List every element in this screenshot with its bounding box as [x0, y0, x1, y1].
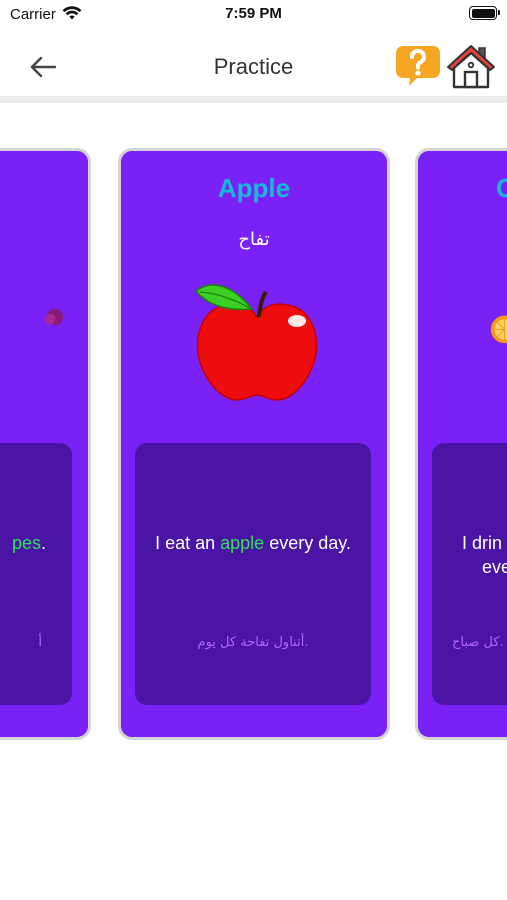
question-bubble-icon [396, 46, 440, 86]
sentence-end: every day. [264, 533, 351, 553]
clock: 7:59 PM [225, 5, 282, 22]
apple-icon [194, 284, 318, 401]
house-icon [447, 45, 495, 89]
grapes-icon [44, 308, 64, 326]
highlighted-word: apple [220, 533, 265, 553]
example-sentence-arabic: أتناول تفاحة كل يوم. [197, 635, 309, 650]
sentence-end: . [40, 533, 46, 553]
example-sentence-box: I eat an apple every day. أتناول تفاحة ك… [135, 443, 371, 705]
home-button[interactable] [446, 43, 496, 89]
word-card-current[interactable]: Apple تفاح I eat an apple every day. أتن… [118, 148, 390, 740]
status-bar: Carrier 7:59 PM [0, 0, 507, 30]
word-title: O [496, 173, 507, 204]
example-sentence: I drin eve [462, 531, 507, 580]
example-sentence-arabic: كل صباح. [452, 635, 504, 650]
word-card-next[interactable]: O I drin eve كل صباح. [415, 148, 507, 740]
example-sentence-box: pes. أ [0, 443, 72, 705]
word-card-carousel[interactable]: pes. أ Apple تفاح I eat an apple every d… [0, 104, 507, 804]
sentence-line-2: eve [482, 557, 507, 578]
battery-icon [469, 6, 500, 20]
example-sentence-arabic: أ [38, 635, 42, 650]
word-title: Apple [217, 173, 291, 203]
word-translation: تفاح [238, 229, 270, 250]
word-card-previous[interactable]: pes. أ [0, 148, 91, 740]
help-button[interactable] [395, 44, 441, 88]
nav-bar: Practice [0, 34, 507, 98]
orange-icon [490, 315, 507, 344]
sentence-start: I eat an [155, 533, 221, 553]
nav-divider [0, 96, 507, 103]
highlighted-word: pes [11, 533, 41, 553]
example-sentence-box: I drin eve كل صباح. [432, 443, 507, 705]
sentence-line-1: I drin [462, 533, 503, 553]
example-sentence: pes. [0, 531, 46, 555]
example-sentence: I eat an apple every day. [143, 531, 363, 555]
